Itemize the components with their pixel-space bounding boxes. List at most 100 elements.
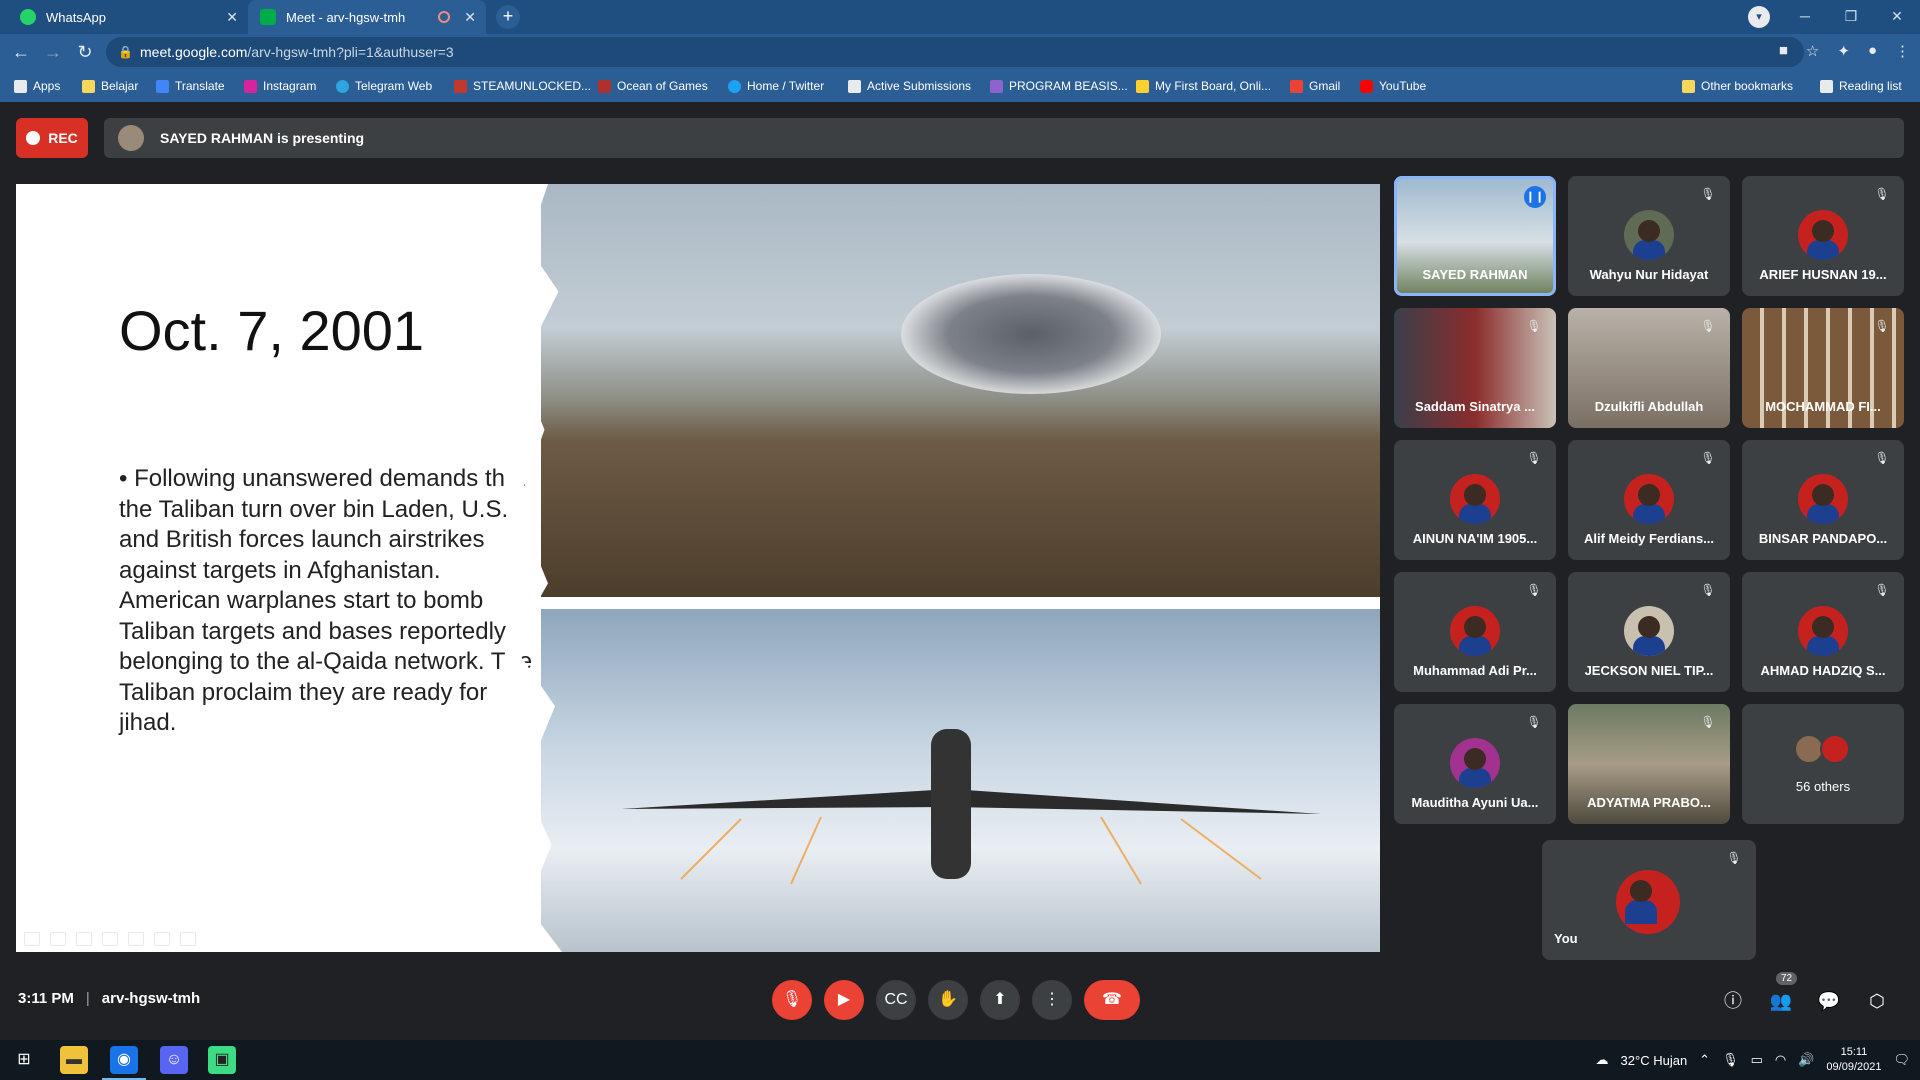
extensions-icon[interactable]: ✦ (1837, 42, 1850, 60)
menu-icon[interactable]: ⋮ (1895, 42, 1910, 60)
presented-slide: Oct. 7, 2001 • Following unanswered dema… (16, 184, 1380, 952)
participant-tile[interactable]: 🎙 AINUN NA'IM 1905... (1394, 440, 1556, 560)
speaking-icon: ❙❙ (1524, 186, 1546, 208)
bookmark-ocean[interactable]: Ocean of Games (598, 70, 708, 102)
discord-icon[interactable]: ☺ (160, 1046, 188, 1074)
bookmark-instagram[interactable]: Instagram (244, 70, 316, 102)
volume-icon[interactable]: 🔊 (1798, 1052, 1814, 1068)
profile-icon[interactable]: ● (1868, 42, 1877, 60)
close-icon[interactable]: ✕ (464, 9, 476, 26)
forward-icon[interactable]: → (42, 41, 64, 63)
plane-silhouette (621, 729, 1321, 885)
bookmark-gmail[interactable]: Gmail (1290, 70, 1340, 102)
tab-title: WhatsApp (46, 9, 106, 25)
participant-tile[interactable]: ❙❙ SAYED RAHMAN (1394, 176, 1556, 296)
meeting-code: arv-hgsw-tmh (101, 990, 201, 1007)
android-icon[interactable]: ▣ (208, 1046, 236, 1074)
participant-tile[interactable]: 🎙 Mauditha Ayuni Ua... (1394, 704, 1556, 824)
chat-icon[interactable]: 💬 (1816, 988, 1842, 1014)
minimize-icon[interactable]: ─ (1782, 0, 1828, 34)
battery-icon[interactable]: ▭ (1751, 1052, 1763, 1068)
meet-icon (260, 9, 276, 25)
bookmark-submissions[interactable]: Active Submissions (848, 70, 971, 102)
participant-tile[interactable]: 🎙 JECKSON NIEL TIP... (1568, 572, 1730, 692)
bookmarks-bar: Apps Belajar Translate Instagram Telegra… (0, 70, 1920, 102)
participant-name: Muhammad Adi Pr... (1413, 663, 1537, 678)
slide-bullet: • Following unanswered demands that the … (119, 464, 539, 739)
chrome-icon[interactable]: ◉ (102, 1046, 146, 1080)
bookmark-youtube[interactable]: YouTube (1360, 70, 1426, 102)
slide-tool-icon[interactable] (180, 932, 196, 946)
slide-tool-icon[interactable] (154, 932, 170, 946)
bookmark-translate[interactable]: Translate (156, 70, 225, 102)
self-tile[interactable]: 🎙 You (1542, 840, 1756, 960)
tab-meet[interactable]: Meet - arv-hgsw-tmh ✕ (248, 0, 486, 34)
participant-tile[interactable]: 🎙 BINSAR PANDAPO... (1742, 440, 1904, 560)
activities-icon[interactable]: ⬡ (1864, 988, 1890, 1014)
wifi-icon[interactable]: ◠ (1775, 1052, 1786, 1068)
more-options-button[interactable]: ⋮ (1032, 980, 1072, 1020)
system-tray: ☁ 32°C Hujan ⌃ 🎙 ▭ ◠ 🔊 15:11 09/09/2021 … (1596, 1040, 1910, 1080)
restore-icon[interactable]: ❐ (1828, 0, 1874, 34)
tab-search-icon[interactable]: ▾ (1748, 6, 1770, 28)
camera-icon[interactable]: ■ (1779, 42, 1788, 60)
slide-tool-icon[interactable] (102, 932, 118, 946)
presenting-text: SAYED RAHMAN is presenting (160, 130, 365, 146)
windows-start-icon[interactable]: ⊞ (10, 1046, 38, 1074)
bookmark-beasiswa[interactable]: PROGRAM BEASIS... (990, 70, 1128, 102)
participant-tile[interactable]: 🎙 Muhammad Adi Pr... (1394, 572, 1556, 692)
participant-name: Dzulkifli Abdullah (1594, 399, 1704, 414)
others-tile[interactable]: 56 others (1742, 704, 1904, 824)
close-icon[interactable]: ✕ (226, 9, 238, 26)
mic-off-icon: 🎙 (1700, 583, 1716, 597)
participant-tile[interactable]: 🎙 Dzulkifli Abdullah (1568, 308, 1730, 428)
star-icon[interactable]: ☆ (1806, 42, 1819, 60)
window-close-icon[interactable]: ✕ (1874, 0, 1920, 34)
captions-button[interactable]: CC (876, 980, 916, 1020)
bookmark-twitter[interactable]: Home / Twitter (728, 70, 824, 102)
address-bar[interactable]: 🔒 meet.google.com/arv-hgsw-tmh?pli=1&aut… (106, 37, 1804, 67)
participant-tile[interactable]: 🎙 Saddam Sinatrya ... (1394, 308, 1556, 428)
info-icon[interactable]: ⓘ (1720, 988, 1746, 1014)
reading-list[interactable]: Reading list (1820, 70, 1902, 102)
twitter-icon (728, 79, 741, 93)
mic-toggle-button[interactable]: 🎙 (772, 980, 812, 1020)
bookmark-other[interactable]: Other bookmarks (1682, 70, 1793, 102)
file-explorer-icon[interactable]: ▬ (60, 1046, 88, 1074)
recording-badge[interactable]: REC (16, 118, 88, 158)
participant-tile[interactable]: 🎙 AHMAD HADZIQ S... (1742, 572, 1904, 692)
participant-tile[interactable]: 🎙 Alif Meidy Ferdians... (1568, 440, 1730, 560)
slide-tool-icon[interactable] (76, 932, 92, 946)
participant-tile[interactable]: 🎙 MOCHAMMAD FI... (1742, 308, 1904, 428)
people-icon[interactable]: 👥 (1768, 988, 1794, 1014)
bookmark-apps[interactable]: Apps (14, 70, 60, 102)
reading-list-icon (1820, 79, 1833, 93)
present-button[interactable]: ⬆ (980, 980, 1020, 1020)
new-tab-button[interactable]: + (496, 5, 520, 29)
slide-tool-icon[interactable] (50, 932, 66, 946)
tray-chevron-icon[interactable]: ⌃ (1699, 1052, 1710, 1068)
bookmark-miro[interactable]: My First Board, Onli... (1136, 70, 1271, 102)
bookmark-telegram[interactable]: Telegram Web (336, 70, 432, 102)
back-icon[interactable]: ← (10, 41, 32, 63)
participant-tile[interactable]: 🎙 ADYATMA PRABO... (1568, 704, 1730, 824)
raise-hand-button[interactable]: ✋ (928, 980, 968, 1020)
reload-icon[interactable]: ↻ (74, 41, 96, 63)
bookmark-steam[interactable]: STEAMUNLOCKED... (454, 70, 591, 102)
tab-whatsapp[interactable]: WhatsApp ✕ (8, 0, 248, 34)
camera-toggle-button[interactable]: ▶ (824, 980, 864, 1020)
participant-tile[interactable]: 🎙 Wahyu Nur Hidayat (1568, 176, 1730, 296)
bookmark-belajar[interactable]: Belajar (82, 70, 138, 102)
participant-name: JECKSON NIEL TIP... (1584, 663, 1714, 678)
slide-tool-icon[interactable] (128, 932, 144, 946)
participant-tile[interactable]: 🎙 ARIEF HUSNAN 19... (1742, 176, 1904, 296)
weather-text[interactable]: 32°C Hujan (1621, 1053, 1688, 1068)
slide-tool-icon[interactable] (24, 932, 40, 946)
windows-taskbar: ⊞ ▬ ◉ ☺ ▣ ☁ 32°C Hujan ⌃ 🎙 ▭ ◠ 🔊 15:11 0… (0, 1040, 1920, 1080)
taskbar-clock[interactable]: 15:11 09/09/2021 (1826, 1045, 1881, 1075)
slide-bullet-text: Following unanswered demands that the Ta… (119, 465, 533, 736)
leave-call-button[interactable]: ☎ (1084, 980, 1140, 1020)
mic-off-icon: 🎙 (1874, 451, 1890, 465)
notifications-icon[interactable]: 🗨 (1893, 1052, 1910, 1068)
avatar (1798, 606, 1848, 656)
